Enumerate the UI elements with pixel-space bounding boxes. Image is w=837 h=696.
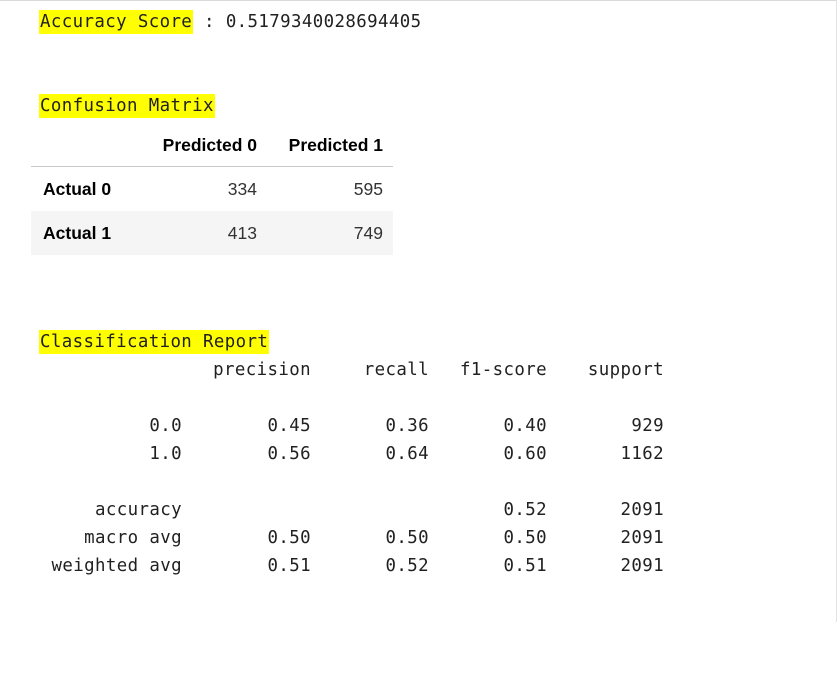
report-f1-value: 0.50 [503, 528, 547, 548]
report-row-label: 0.0 [149, 416, 182, 436]
report-row: macro avg 0.50 0.50 0.50 2091 [0, 528, 700, 552]
report-row: 0.0 0.45 0.36 0.40 929 [0, 416, 700, 440]
report-f1-value: 0.52 [503, 500, 547, 520]
top-border [0, 0, 837, 1]
report-f1-value: 0.60 [503, 444, 547, 464]
table-cell: 595 [353, 178, 383, 199]
table-header-row: Predicted 0 Predicted 1 [31, 124, 393, 167]
table-row: Actual 0 334 595 [31, 167, 393, 212]
report-row-label: accuracy [95, 500, 182, 520]
table-header-predicted-1: Predicted 1 [267, 124, 393, 167]
table-cell: 749 [353, 222, 383, 243]
report-row-label: macro avg [84, 528, 182, 548]
table-cell: 334 [227, 178, 257, 199]
report-row-label: weighted avg [51, 556, 182, 576]
report-f1-value: 0.40 [503, 416, 547, 436]
report-header-row: precision recall f1-score support [0, 360, 700, 384]
report-support-value: 929 [631, 416, 664, 436]
report-row: weighted avg 0.51 0.52 0.51 2091 [0, 556, 700, 580]
report-precision-value: 0.56 [267, 444, 311, 464]
confusion-matrix-heading: Confusion Matrix [39, 94, 215, 118]
accuracy-score-line: Accuracy Score : 0.5179340028694405 [39, 10, 422, 34]
classification-report-heading-text: Classification Report [39, 330, 270, 354]
accuracy-score-separator: : [193, 12, 226, 32]
report-row-label: 1.0 [149, 444, 182, 464]
report-header-f1-score: f1-score [460, 360, 547, 380]
table-header-predicted-0: Predicted 0 [141, 124, 267, 167]
confusion-matrix-heading-text: Confusion Matrix [39, 94, 215, 118]
row-label-actual-1: Actual 1 [43, 222, 112, 243]
report-recall-value: 0.50 [385, 528, 429, 548]
report-header-precision: precision [213, 360, 311, 380]
report-row: 1.0 0.56 0.64 0.60 1162 [0, 444, 700, 468]
row-label-actual-0: Actual 0 [43, 178, 112, 199]
report-precision-value: 0.50 [267, 528, 311, 548]
table-cell: 413 [227, 222, 257, 243]
report-recall-value: 0.64 [385, 444, 429, 464]
accuracy-score-value: 0.5179340028694405 [225, 12, 422, 32]
table-row: Actual 1 413 749 [31, 211, 393, 255]
classification-report-heading: Classification Report [39, 330, 270, 354]
report-recall-value: 0.52 [385, 556, 429, 576]
report-support-value: 2091 [620, 500, 664, 520]
accuracy-score-label: Accuracy Score [39, 10, 194, 34]
report-support-value: 2091 [620, 556, 664, 576]
report-support-value: 1162 [620, 444, 664, 464]
table-header-corner [31, 124, 141, 167]
report-row: accuracy 0.52 2091 [0, 500, 700, 524]
confusion-matrix-table: Predicted 0 Predicted 1 Actual 0 334 595… [31, 124, 393, 255]
report-precision-value: 0.51 [267, 556, 311, 576]
report-recall-value: 0.36 [385, 416, 429, 436]
report-header-recall: recall [363, 360, 429, 380]
report-f1-value: 0.51 [503, 556, 547, 576]
report-precision-value: 0.45 [267, 416, 311, 436]
report-support-value: 2091 [620, 528, 664, 548]
classification-report: precision recall f1-score support 0.0 0.… [0, 360, 700, 600]
report-header-support: support [587, 360, 664, 380]
